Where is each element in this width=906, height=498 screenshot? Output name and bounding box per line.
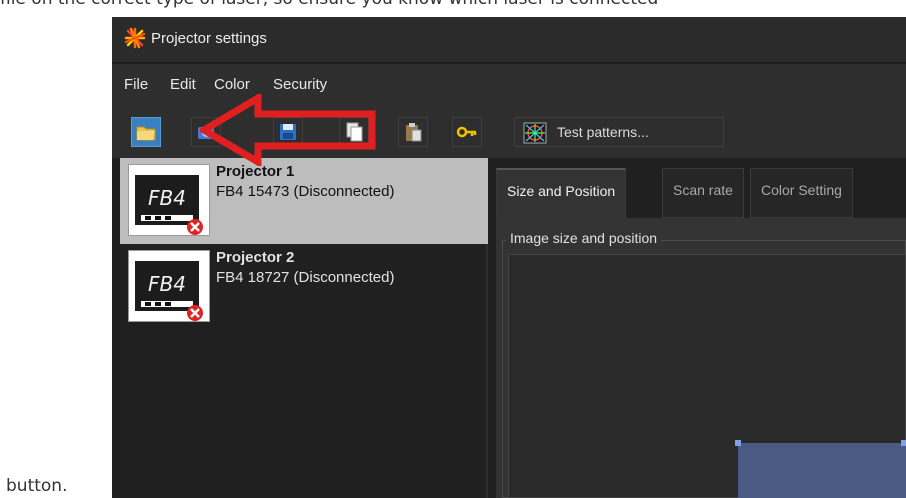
projector-list-item[interactable]: FB4 Projector 1 FB4 15473 (Disconnected) xyxy=(120,158,488,244)
image-area[interactable] xyxy=(738,443,906,498)
test-patterns-button[interactable]: Test patterns... xyxy=(514,117,724,147)
projector-name: Projector 2 xyxy=(216,249,295,266)
size-and-position-panel: Image size and position xyxy=(496,218,906,498)
settings-panel: Size and Position Scan rate Color Settin… xyxy=(491,158,906,498)
projector-list-item[interactable]: FB4 Projector 2 FB4 18727 (Disconnected) xyxy=(120,244,488,330)
open-folder-icon xyxy=(136,126,156,141)
paste-button[interactable] xyxy=(398,117,428,147)
annotation-arrow-icon xyxy=(200,94,376,166)
disconnected-icon xyxy=(187,219,203,235)
menu-security[interactable]: Security xyxy=(273,76,327,93)
fb4-device-thumbnail: FB4 xyxy=(128,164,210,236)
resize-handle[interactable] xyxy=(901,440,906,446)
image-preview-canvas[interactable] xyxy=(508,254,906,498)
tab-size-and-position[interactable]: Size and Position xyxy=(496,168,627,218)
key-icon xyxy=(456,126,477,138)
tab-color-setting[interactable]: Color Setting xyxy=(750,168,853,218)
paste-icon xyxy=(406,123,422,142)
window-title: Projector settings xyxy=(151,30,267,47)
tab-scan-rate[interactable]: Scan rate xyxy=(662,168,744,218)
test-patterns-label: Test patterns... xyxy=(557,124,649,140)
resize-handle[interactable] xyxy=(735,440,741,446)
menu-edit[interactable]: Edit xyxy=(170,76,196,93)
security-key-button[interactable] xyxy=(452,117,482,147)
projector-list: FB4 Projector 1 FB4 15473 (Disconnected) xyxy=(120,158,488,498)
document-text-top: file on the correct type of laser, so en… xyxy=(0,0,906,13)
test-pattern-icon xyxy=(523,122,547,144)
projector-settings-window: Projector settings File Edit Color Secur… xyxy=(112,17,906,498)
menu-file[interactable]: File xyxy=(124,76,148,93)
open-file-button[interactable] xyxy=(131,117,161,147)
title-bar: Projector settings xyxy=(112,17,906,63)
fb4-device-thumbnail: FB4 xyxy=(128,250,210,322)
thumb-label: FB4 xyxy=(148,186,186,210)
disconnected-icon xyxy=(187,305,203,321)
projector-status: FB4 15473 (Disconnected) xyxy=(216,183,395,200)
document-text-button: button. xyxy=(6,476,68,496)
menu-color[interactable]: Color xyxy=(214,76,250,93)
starburst-app-icon xyxy=(124,27,146,49)
thumb-label: FB4 xyxy=(148,272,186,296)
group-label: Image size and position xyxy=(506,230,662,246)
projector-status: FB4 18727 (Disconnected) xyxy=(216,269,395,286)
